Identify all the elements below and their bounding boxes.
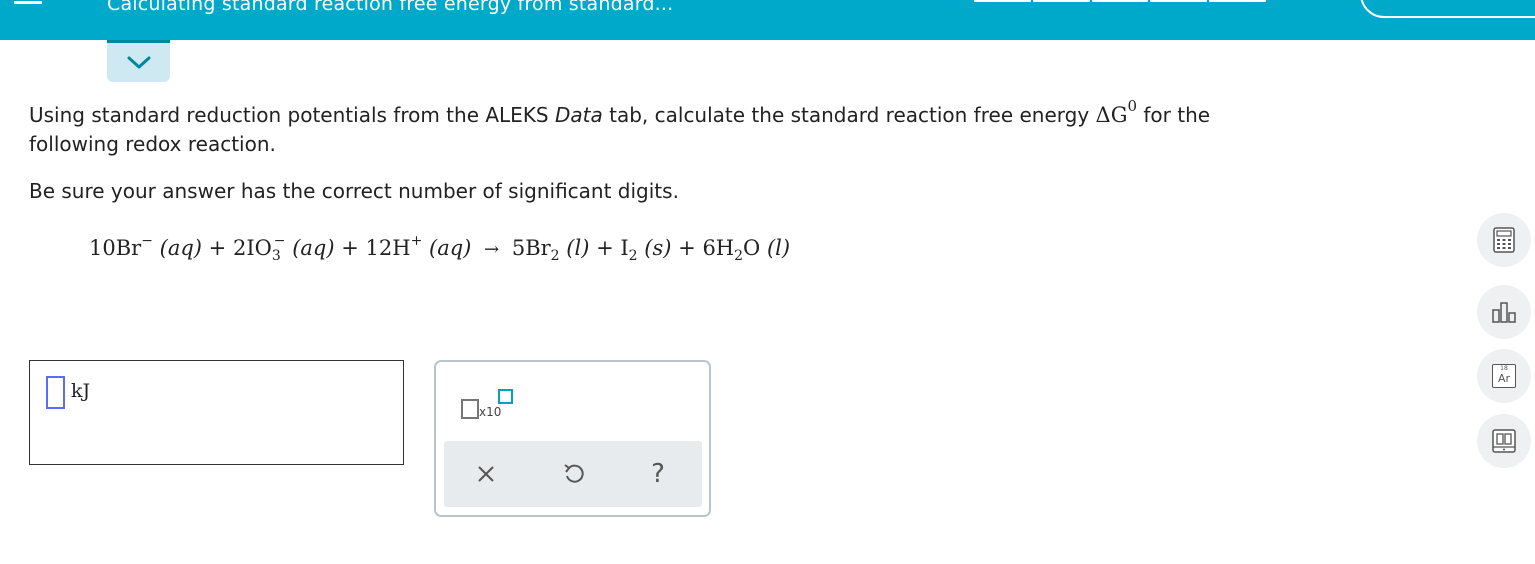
- clear-button[interactable]: [456, 441, 516, 507]
- data-tab-reference: Data: [555, 103, 603, 127]
- reactant-hydrogen-ion: 12H+ (aq): [365, 233, 472, 260]
- help-label: ?: [651, 459, 665, 489]
- periodic-table-button[interactable]: 18 Ar: [1477, 349, 1531, 403]
- calculator-icon: [1493, 227, 1515, 253]
- sig-figs-instruction: Be sure your answer has the correct numb…: [29, 179, 679, 203]
- redox-equation: 10Br− (aq) + 2IO3− (aq) + 12H+ (aq) → 5B…: [89, 233, 791, 264]
- account-menu-button[interactable]: [1360, 0, 1535, 18]
- times-ten-label: x10: [479, 405, 502, 419]
- collapse-toggle-button[interactable]: [107, 40, 170, 82]
- progress-segment: [1032, 0, 1090, 2]
- progress-bar: [974, 0, 1266, 2]
- help-button[interactable]: ?: [628, 441, 688, 507]
- answer-input[interactable]: [46, 376, 65, 409]
- exponent-slot-icon: [498, 389, 513, 404]
- product-iodine: I2 (s): [620, 236, 672, 264]
- periodic-table-icon: 18 Ar: [1492, 364, 1516, 388]
- bar-chart-icon: [1492, 302, 1516, 323]
- math-toolpad: x10 ?: [434, 360, 711, 517]
- delta-g-symbol: ΔG0: [1095, 97, 1138, 127]
- undo-button[interactable]: [544, 441, 604, 507]
- progress-segment: [974, 0, 1031, 2]
- plus-sign: +: [341, 236, 359, 260]
- scientific-notation-button[interactable]: x10: [461, 389, 521, 421]
- element-symbol: Ar: [1497, 372, 1511, 385]
- question-text: tab, calculate the standard reaction fre…: [602, 103, 1096, 127]
- reactant-bromide: 10Br− (aq): [89, 233, 202, 260]
- reaction-arrow: →: [484, 239, 500, 260]
- menu-icon[interactable]: [14, 0, 42, 8]
- progress-segment: [1209, 0, 1266, 2]
- reactant-iodate: 2IO3− (aq): [232, 233, 335, 264]
- book-icon: [1492, 429, 1516, 453]
- product-bromine: 5Br2 (l): [511, 236, 590, 264]
- data-chart-button[interactable]: [1477, 285, 1531, 339]
- topic-title: Calculating standard reaction free energ…: [107, 0, 674, 15]
- answer-area: kJ: [29, 360, 404, 465]
- unit-label: kJ: [71, 380, 91, 402]
- close-icon: [478, 466, 494, 482]
- question-text-line1: Using standard reduction potentials from…: [29, 97, 1211, 127]
- reference-button[interactable]: [1477, 414, 1531, 468]
- calculator-button[interactable]: [1477, 213, 1531, 267]
- chevron-down-icon: [127, 56, 151, 69]
- progress-segment: [1150, 0, 1208, 2]
- progress-segment: [1091, 0, 1149, 2]
- mantissa-slot-icon: [461, 399, 479, 419]
- plus-sign: +: [596, 236, 614, 260]
- plus-sign: +: [678, 236, 696, 260]
- toolpad-action-bar: ?: [444, 441, 702, 507]
- question-text-line2: following redox reaction.: [29, 132, 276, 156]
- product-water: 6H2O (l): [702, 236, 791, 264]
- undo-icon: [564, 464, 584, 483]
- top-header-bar: Calculating standard reaction free energ…: [0, 0, 1535, 40]
- question-text: for the: [1137, 103, 1211, 127]
- question-text: Using standard reduction potentials from…: [29, 103, 555, 127]
- plus-sign: +: [208, 236, 227, 260]
